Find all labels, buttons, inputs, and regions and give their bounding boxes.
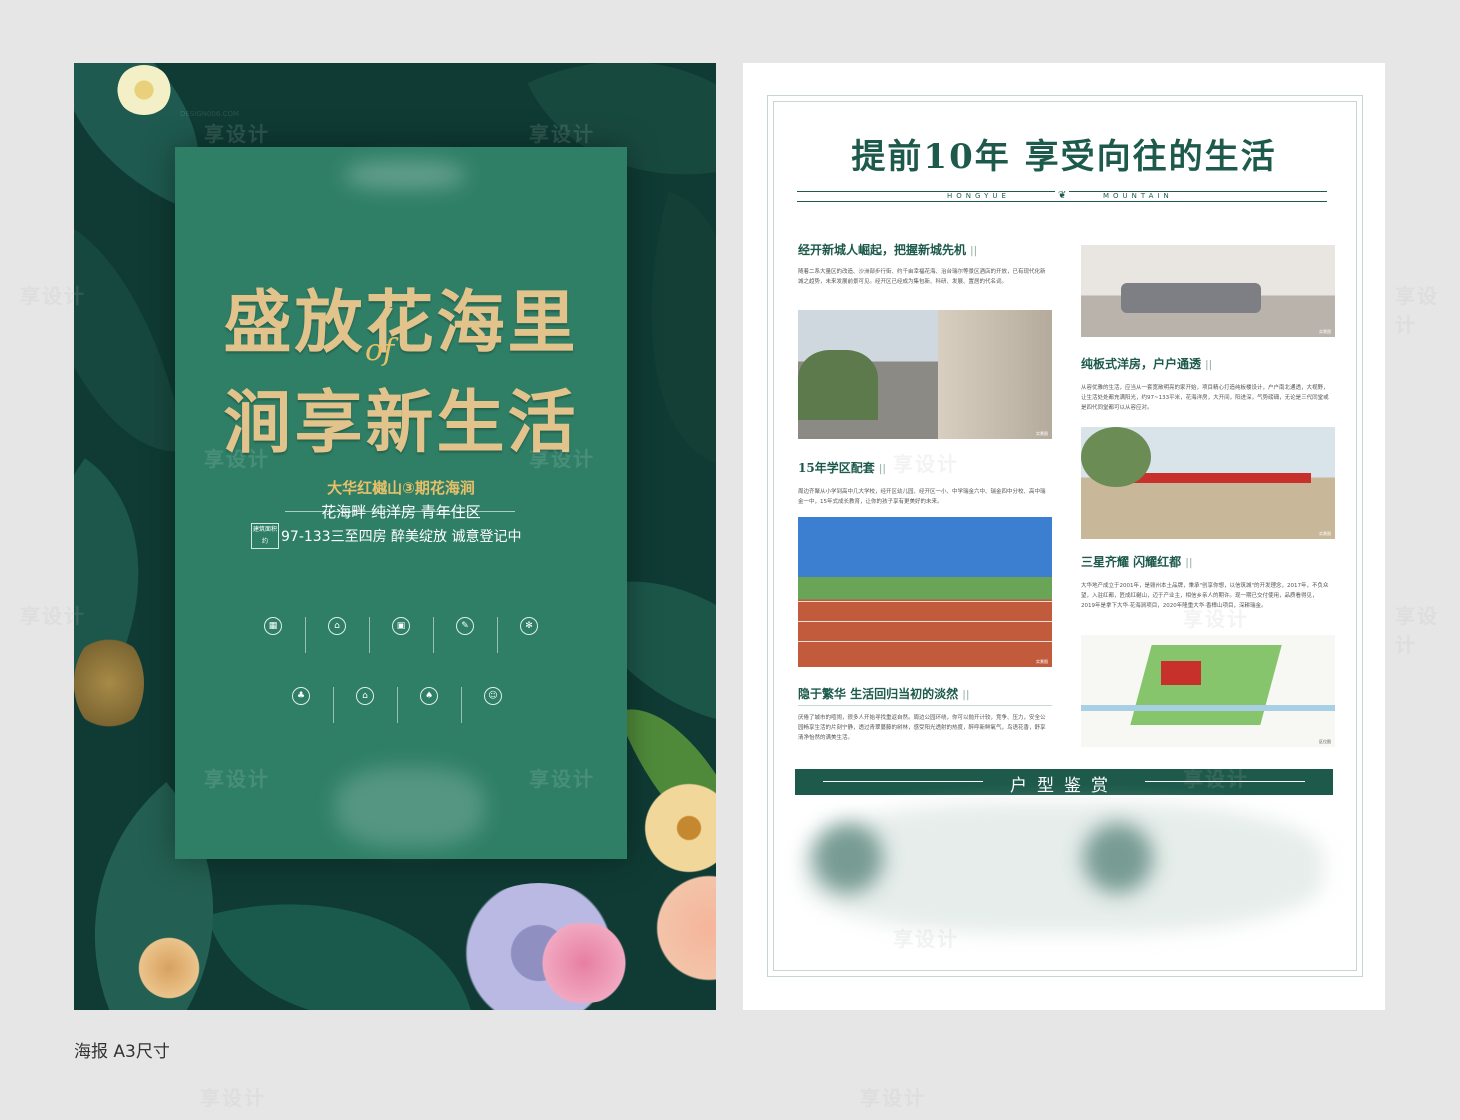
area-line: 97-133三至四房 醉美绽放 诚意登记中: [281, 529, 522, 545]
watermark: 享设计: [529, 122, 595, 146]
tree-shape: [1081, 427, 1151, 487]
blurred-floorplan-icon: [813, 823, 883, 893]
flower-decoration: [74, 633, 144, 733]
map-river: [1081, 705, 1335, 711]
tree-icon: ♣: [292, 687, 310, 705]
ornament-icon: ❦: [1055, 190, 1070, 201]
watermark: 享设计: [1183, 607, 1249, 631]
map-marker: [1161, 661, 1201, 685]
right-poster: 提前10年 享受向往的生活 HONGYUE ❦ MOUNTAIN 经开新城人崛起…: [743, 63, 1385, 1010]
headline-line1: 盛放花海里: [223, 283, 579, 363]
flower-decoration: [529, 923, 639, 1003]
watermark: 享设计: [529, 447, 595, 471]
track-photo: 实景图: [798, 517, 1052, 667]
area-label-box: 建筑面积约: [251, 523, 279, 549]
watermark: 享设计: [893, 927, 959, 951]
watermark: 享设计: [20, 604, 86, 628]
flower-decoration: [644, 783, 716, 873]
park-icon: ♠: [420, 687, 438, 705]
icon-separator: [461, 687, 462, 723]
section-text: 从容优雅的生活，应当从一套宽敞明亮的家开始，项目精心打造纯板楼设计，户户南北通透…: [1081, 385, 1329, 411]
project-name: 大华红樾山③期花海涧: [327, 479, 475, 497]
tree-icon-cell: ♣: [275, 687, 327, 709]
watermark: 享设计: [1395, 604, 1439, 657]
house-icon-cell: ⌂: [311, 617, 363, 639]
family-icon: ☺: [484, 687, 502, 705]
icon-separator: [433, 617, 434, 653]
home-icon-cell: ⌂: [339, 687, 391, 709]
title-rule: [797, 201, 1327, 202]
blurred-logo: [345, 161, 465, 189]
section-title: 隐于繁华 生活回归当初的淡然 ||: [798, 687, 970, 701]
watermark: 享设计: [204, 767, 270, 791]
divider: [798, 705, 1052, 706]
flower-decoration: [654, 863, 716, 993]
leaf-decoration: [74, 194, 186, 472]
icon-separator: [333, 687, 334, 723]
watermark: 享设计: [200, 1086, 266, 1110]
main-title: 提前10年 享受向往的生活: [851, 137, 1277, 177]
park-icon-cell: ♠: [403, 687, 455, 709]
section-text: 周边齐聚从小学到高中几大学校，经开区幼儿园、经开区一小、中学瑞金六中、瑞金四中分…: [798, 489, 1046, 505]
building-icon: ▦: [264, 617, 282, 635]
watermark: 享设计: [20, 284, 86, 308]
livingroom-photo: 实景图: [1081, 245, 1335, 337]
section-title: 三星齐耀 闪耀红都 ||: [1081, 555, 1193, 569]
watermark: 享设计: [860, 1086, 926, 1110]
watermark: 享设计: [204, 447, 270, 471]
watermark: 享设计: [1395, 284, 1439, 337]
sub-left: HONGYUE: [943, 192, 1014, 200]
school-icon: ✎: [456, 617, 474, 635]
script-overlay: of: [365, 333, 395, 368]
sofa-shape: [1121, 283, 1261, 313]
school-photo: 实景图: [1081, 427, 1335, 539]
left-poster: 盛放花海里 涧享新生活 of 大华红樾山③期花海涧 花海畔 纯洋房 青年住区 建…: [74, 63, 716, 1010]
tree-shape: [798, 350, 878, 420]
floorplan-title: 户型鉴赏: [1010, 776, 1118, 796]
layout-icon-cell: ▣: [375, 617, 427, 639]
blurred-floorplan-icon: [1083, 823, 1153, 893]
gear-icon: ✻: [520, 617, 538, 635]
icon-separator: [397, 687, 398, 723]
building-icon-cell: ▦: [247, 617, 299, 639]
watermark: 享设计: [893, 452, 959, 476]
icon-separator: [305, 617, 306, 653]
watermark: 享设计: [529, 767, 595, 791]
blurred-contact: [335, 767, 485, 847]
layout-icon: ▣: [392, 617, 410, 635]
watermark: 享设计: [1183, 767, 1249, 791]
watermark: 享设计: [204, 122, 270, 146]
map-zone: [1130, 645, 1282, 725]
house-icon: ⌂: [328, 617, 346, 635]
icon-separator: [497, 617, 498, 653]
section-title: 纯板式洋房，户户通透 ||: [1081, 357, 1213, 371]
features-line: 花海畔 纯洋房 青年住区: [321, 503, 481, 521]
school-icon-cell: ✎: [439, 617, 491, 639]
section-text: 厌倦了城市的喧闹，很多人开始寻找重返自然。周边公园环绕，你可以抛开计较，竞争、压…: [798, 715, 1046, 741]
flower-decoration: [116, 65, 172, 115]
sub-right: MOUNTAIN: [1099, 192, 1177, 200]
family-icon-cell: ☺: [467, 687, 519, 709]
flower-decoration: [134, 933, 204, 1003]
street-photo: 实景图: [798, 310, 1052, 439]
section-title: 经开新城人崛起，把握新城先机 ||: [798, 243, 978, 257]
location-map: 区位图: [1081, 635, 1335, 747]
watermark-domain: DESIGN006.COM: [180, 110, 240, 118]
home-icon: ⌂: [356, 687, 374, 705]
section-text: 随着二系大量区的改造、沙洲部步行街、约千亩幸福花海、治台瑞尔等景区酒店的开放，已…: [798, 269, 1046, 285]
icon-separator: [369, 617, 370, 653]
footer-caption: 海报 A3尺寸: [74, 1042, 170, 1062]
leaf-decoration: [207, 855, 471, 1010]
section-title: 15年学区配套 ||: [798, 461, 886, 475]
gear-icon-cell: ✻: [503, 617, 555, 639]
headline-card: 盛放花海里 涧享新生活 of 大华红樾山③期花海涧 花海畔 纯洋房 青年住区 建…: [175, 147, 627, 859]
building-shape: [938, 310, 1052, 439]
